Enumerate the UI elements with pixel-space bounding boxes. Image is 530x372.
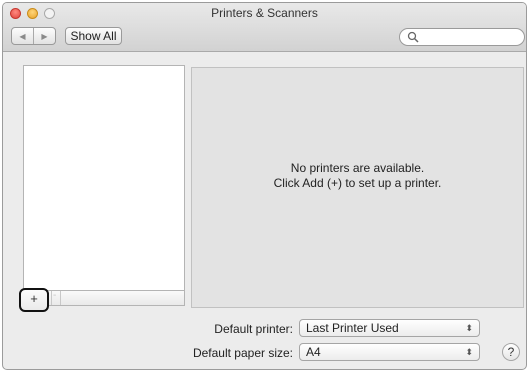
default-printer-value: Last Printer Used [306, 321, 399, 335]
paper-size-value: A4 [306, 345, 321, 359]
nav-segmented-control: ◀ ▶ [11, 27, 56, 45]
preferences-window: Printers & Scanners ◀ ▶ Show All - + No … [2, 2, 527, 370]
add-printer-button[interactable]: + [19, 288, 49, 312]
title-bar: Printers & Scanners ◀ ▶ Show All [3, 3, 526, 52]
window-title: Printers & Scanners [211, 6, 318, 20]
empty-state-line-1: No printers are available. [290, 161, 425, 175]
toolbar-divider [60, 291, 61, 305]
paper-size-popup[interactable]: A4 ⬍ [299, 343, 480, 361]
forward-arrow-icon: ▶ [41, 31, 48, 41]
popup-arrows-icon: ⬍ [465, 323, 473, 333]
remove-printer-button[interactable]: - [53, 290, 56, 301]
empty-state-message: No printers are available. Click Add (+)… [192, 161, 523, 191]
popup-arrows-icon: ⬍ [465, 347, 473, 357]
show-all-button[interactable]: Show All [65, 27, 122, 45]
magnifier-icon [407, 31, 419, 43]
paper-size-label: Default paper size: [192, 346, 293, 360]
default-printer-label: Default printer: [214, 322, 293, 336]
empty-state-line-2: Click Add (+) to set up a printer. [273, 176, 442, 190]
back-button[interactable]: ◀ [12, 28, 33, 44]
printer-detail-panel: No printers are available. Click Add (+)… [191, 67, 524, 308]
default-printer-popup[interactable]: Last Printer Used ⬍ [299, 319, 480, 337]
search-input[interactable] [422, 30, 517, 44]
search-field[interactable] [399, 28, 525, 46]
forward-button[interactable]: ▶ [33, 28, 55, 44]
printer-list[interactable] [23, 65, 185, 305]
help-button[interactable]: ? [502, 343, 520, 361]
back-arrow-icon: ◀ [19, 31, 26, 41]
toolbar-divider [51, 291, 52, 305]
